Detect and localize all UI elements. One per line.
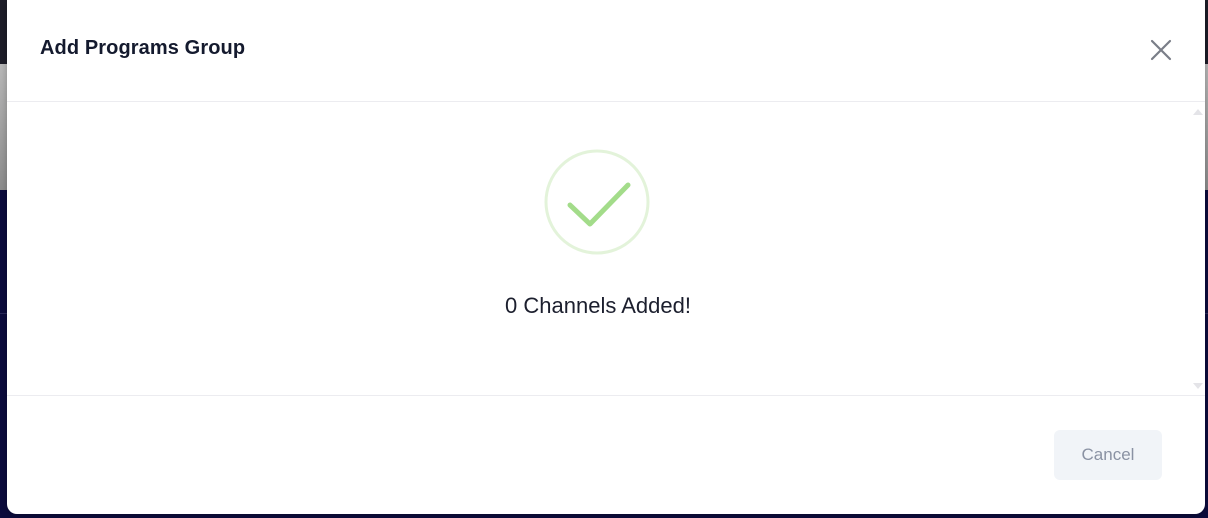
success-message: 0 Channels Added! bbox=[505, 293, 691, 318]
close-icon bbox=[1150, 39, 1172, 61]
add-programs-group-dialog: Add Programs Group 0 Channels Added! Can… bbox=[7, 0, 1205, 514]
dialog-body: 0 Channels Added! bbox=[7, 102, 1205, 396]
scroll-down-arrow[interactable] bbox=[1193, 383, 1203, 389]
dialog-header: Add Programs Group bbox=[7, 0, 1205, 102]
close-button[interactable] bbox=[1147, 36, 1175, 64]
cancel-button[interactable]: Cancel bbox=[1054, 430, 1162, 480]
dialog-title: Add Programs Group bbox=[40, 37, 246, 59]
check-circle-icon bbox=[544, 149, 650, 255]
scroll-up-arrow[interactable] bbox=[1193, 109, 1203, 115]
